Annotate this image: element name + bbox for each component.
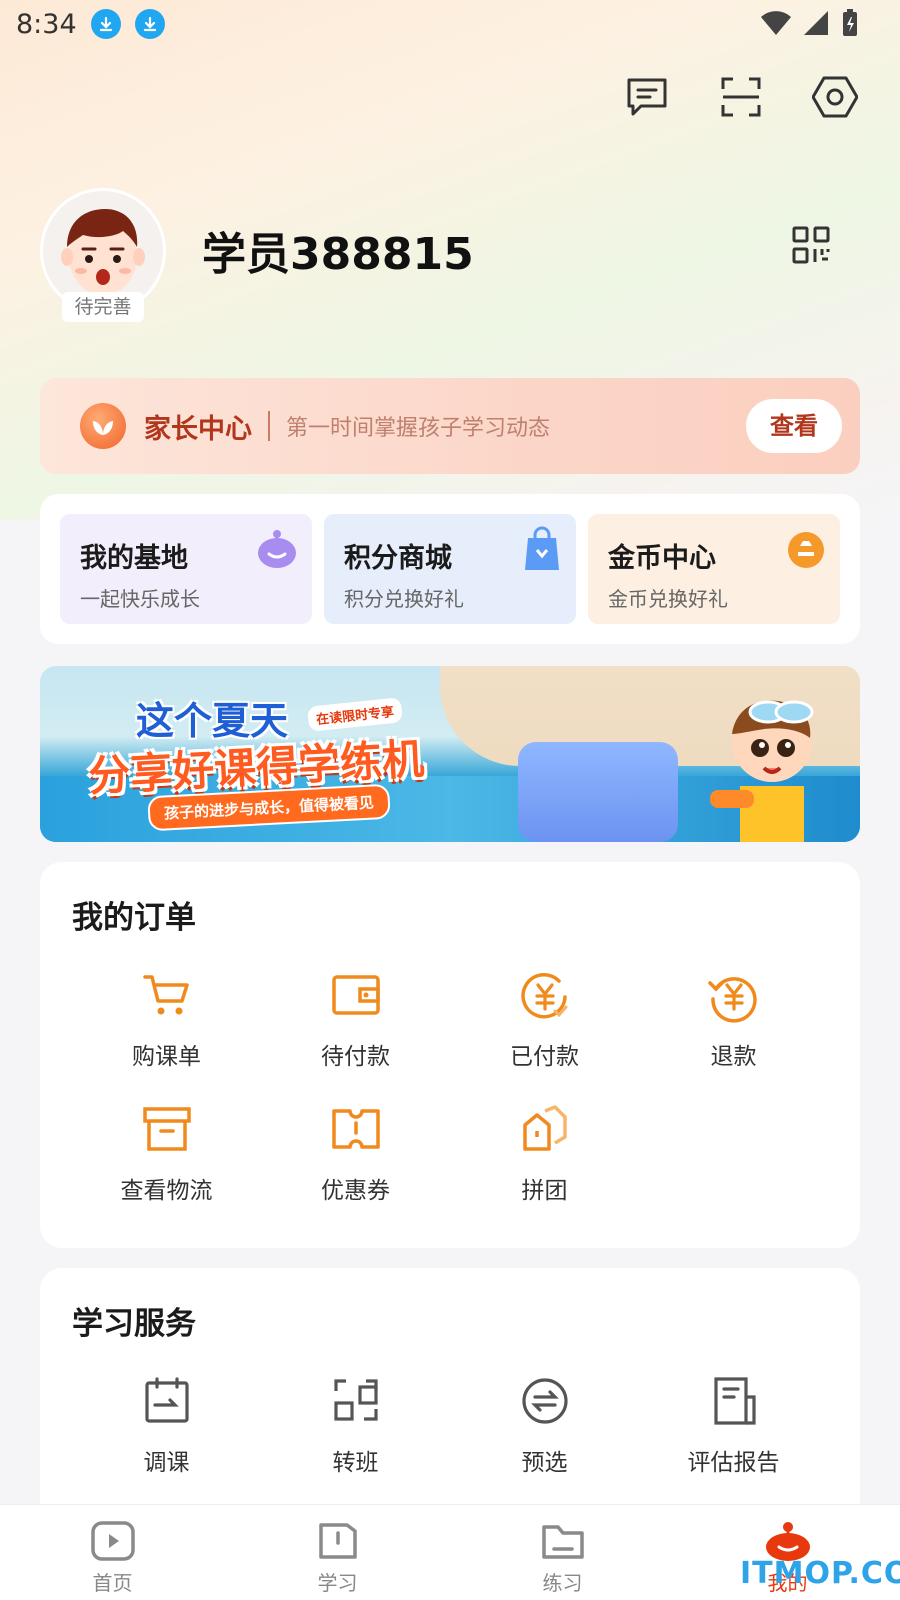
cart-icon [142, 975, 189, 1015]
tab-practice[interactable]: 练习 [450, 1505, 675, 1600]
username: 学员388815 [202, 229, 474, 280]
service-reschedule[interactable]: 调课 [72, 1373, 261, 1477]
status-time: 8:34 [16, 8, 77, 40]
order-label: 购课单 [132, 1044, 201, 1070]
tab-label: 学习 [317, 1571, 358, 1595]
order-group-buy[interactable]: 拼团 [450, 1101, 639, 1205]
avatar-status-tag[interactable]: 待完善 [62, 292, 144, 322]
parent-center-title: 家长中心 [144, 413, 252, 445]
service-transfer[interactable]: 转班 [261, 1373, 450, 1477]
order-label: 查看物流 [120, 1178, 213, 1204]
order-cart[interactable]: 购课单 [72, 967, 261, 1071]
tab-label: 练习 [542, 1571, 583, 1595]
box-icon [142, 1107, 191, 1151]
status-bar: 8:34 [0, 0, 900, 48]
scan-icon[interactable] [718, 74, 764, 120]
quick-link-base[interactable]: 我的基地 一起快乐成长 [60, 514, 312, 624]
parent-center-bar[interactable]: 家长中心 第一时间掌握孩子学习动态 查看 [40, 378, 860, 474]
quick-link-subtitle: 一起快乐成长 [80, 587, 200, 611]
play-icon [90, 1521, 135, 1561]
battery-icon [843, 9, 857, 36]
order-paid[interactable]: 已付款 [450, 967, 639, 1071]
promo-banner[interactable]: 这个夏天 在读限时专享 分享好课得学练机 孩子的进步与成长，值得被看见 [40, 666, 860, 842]
message-icon[interactable] [624, 74, 670, 120]
services-title: 学习服务 [72, 1306, 196, 1342]
quick-link-points-mall[interactable]: 积分商城 积分兑换好礼 [324, 514, 576, 624]
yuan-check-icon [520, 973, 567, 1019]
download-icon [134, 9, 165, 39]
book-icon [318, 1523, 357, 1559]
order-label: 退款 [710, 1044, 757, 1070]
service-label: 调课 [143, 1450, 190, 1476]
gift-box-illustration [518, 742, 678, 842]
order-pending-payment[interactable]: 待付款 [261, 967, 450, 1071]
service-report[interactable]: 评估报告 [639, 1373, 828, 1477]
coin-bag-icon [788, 532, 824, 568]
report-icon [713, 1377, 756, 1425]
service-label: 评估报告 [687, 1450, 780, 1476]
wifi-icon [761, 11, 791, 36]
robot-icon [258, 530, 296, 568]
calendar-icon [144, 1377, 189, 1423]
order-label: 已付款 [510, 1044, 579, 1070]
qr-code-icon[interactable] [792, 226, 830, 268]
order-coupon[interactable]: 优惠券 [261, 1101, 450, 1205]
quick-links-card: 我的基地 一起快乐成长 积分商城 积分兑换好礼 金币中心 金币兑换好礼 [40, 494, 860, 644]
order-label: 拼团 [521, 1178, 568, 1204]
orders-title: 我的订单 [72, 900, 196, 936]
top-actions [624, 74, 858, 120]
order-label: 待付款 [321, 1044, 390, 1070]
order-label: 优惠券 [321, 1178, 390, 1204]
service-preselect[interactable]: 预选 [450, 1373, 639, 1477]
leaf-icon [80, 403, 126, 449]
coupon-icon [331, 1109, 380, 1149]
parent-center-view-button[interactable]: 查看 [746, 399, 842, 453]
order-refund[interactable]: 退款 [639, 967, 828, 1071]
profile-section: 待完善 学员388815 [40, 188, 860, 328]
tab-home[interactable]: 首页 [0, 1505, 225, 1600]
watermark: ITMOP.COM [740, 1556, 900, 1591]
order-logistics[interactable]: 查看物流 [72, 1101, 261, 1205]
kid-illustration [710, 700, 814, 842]
orders-section: 我的订单 购课单 待付款 已付款 退款 查看物流 优惠券 拼团 [40, 862, 860, 1248]
tab-label: 首页 [92, 1571, 133, 1595]
yuan-refund-icon [707, 977, 757, 1023]
signal-icon [804, 11, 828, 35]
divider [268, 411, 270, 441]
quick-link-subtitle: 积分兑换好礼 [344, 587, 464, 611]
settings-icon[interactable] [812, 74, 858, 120]
quick-link-subtitle: 金币兑换好礼 [608, 587, 728, 611]
download-icon [90, 9, 121, 39]
service-label: 预选 [521, 1450, 568, 1476]
transfer-icon [333, 1379, 378, 1421]
folder-icon [541, 1525, 584, 1559]
wallet-icon [331, 975, 380, 1015]
shopping-bag-icon [525, 526, 559, 570]
swap-icon [521, 1378, 568, 1424]
quick-link-coin-center[interactable]: 金币中心 金币兑换好礼 [588, 514, 840, 624]
service-label: 转班 [332, 1450, 379, 1476]
parent-center-description: 第一时间掌握孩子学习动态 [286, 416, 551, 441]
tab-study[interactable]: 学习 [225, 1505, 450, 1600]
group-icon [522, 1105, 567, 1151]
